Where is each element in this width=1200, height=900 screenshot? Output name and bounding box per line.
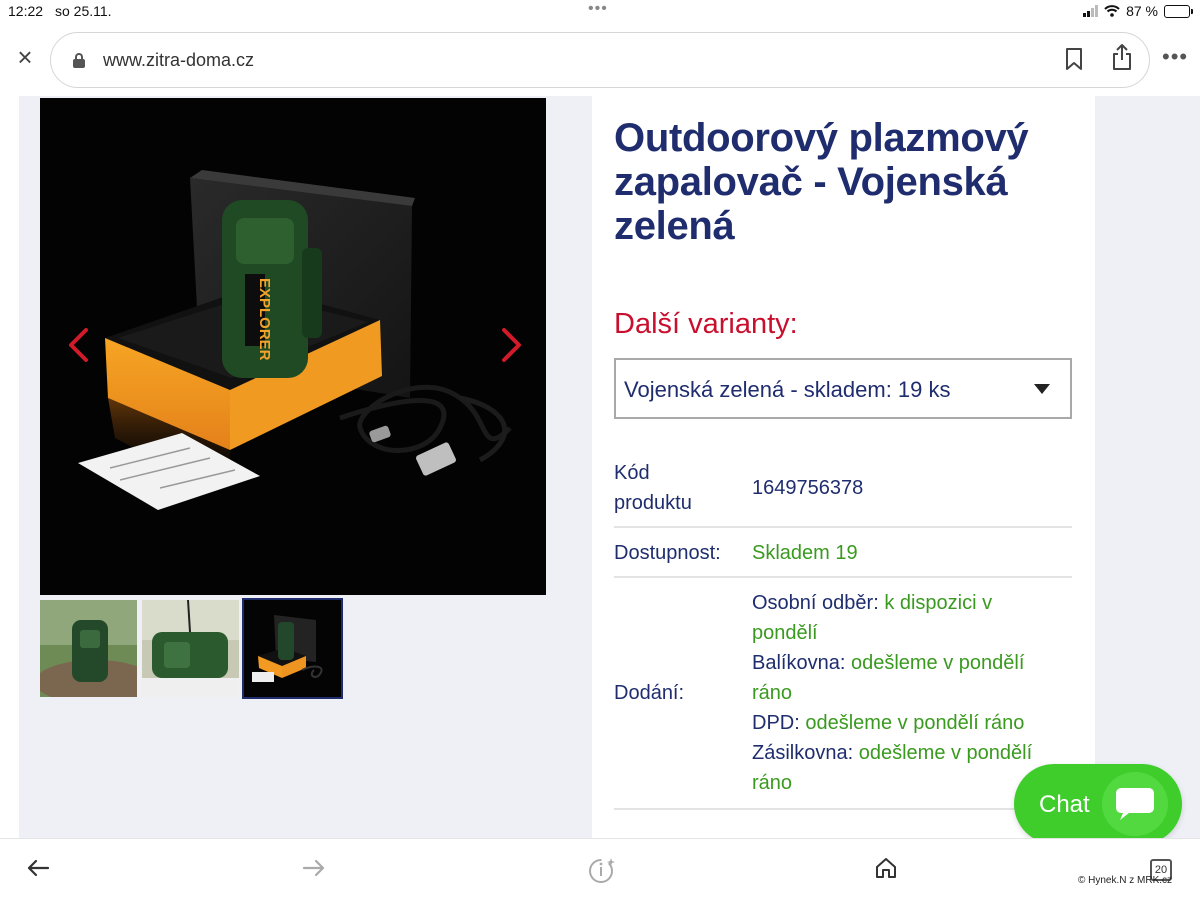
product-brand-print: EXPLORER [256, 278, 273, 361]
delivery-label: Dodání: [614, 682, 685, 704]
delivery-option-name: Osobní odběr: [752, 592, 879, 614]
browser-bottom-toolbar: 20 © Hynek.N z MRK.cz [0, 838, 1200, 900]
share-icon[interactable] [1111, 43, 1133, 71]
thumbnail-3[interactable] [242, 598, 343, 699]
browser-toolbar: × www.zitra-doma.cz ••• [0, 24, 1200, 96]
back-arrow-icon[interactable] [26, 857, 50, 879]
delivery-option-name: Zásilkovna: [752, 742, 854, 764]
close-icon[interactable]: × [12, 44, 38, 70]
product-detail-panel: Outdoorový plazmový zapalovač - Vojenská… [592, 96, 1095, 838]
info-row-delivery: Dodání: Osobní odběr: k dispozici v pond… [614, 578, 1072, 810]
next-image-arrow-icon[interactable] [500, 326, 524, 364]
variant-selected-value[interactable]: Vojenská zelená - skladem: 19 ks [624, 377, 951, 403]
product-code-label: Kód produktu [614, 462, 692, 514]
wifi-icon [1104, 5, 1120, 17]
delivery-option: DPD: odešleme v pondělí ráno [752, 708, 1062, 738]
status-bar: 12:22 so 25.11. ••• 87 % [0, 0, 1200, 24]
status-date: so 25.11. [55, 3, 112, 19]
product-title: Outdoorový plazmový zapalovač - Vojenská… [614, 116, 1029, 248]
delivery-option-value: odešleme v pondělí ráno [805, 712, 1025, 734]
delivery-options: Osobní odběr: k dispozici v pondělí Balí… [752, 588, 1062, 798]
delivery-option: Zásilkovna: odešleme v pondělí ráno [752, 738, 1062, 798]
delivery-option: Balíkovna: odešleme v pondělí ráno [752, 648, 1062, 708]
previous-image-arrow-icon[interactable] [66, 326, 90, 364]
thumbnail-strip [40, 598, 343, 699]
thumbnail-2[interactable] [142, 600, 239, 697]
product-code-value: 1649756378 [752, 477, 864, 499]
address-bar[interactable]: www.zitra-doma.cz [50, 32, 1150, 88]
forward-arrow-icon[interactable] [302, 857, 326, 879]
delivery-option-name: DPD: [752, 712, 800, 734]
multitasking-dots-icon[interactable]: ••• [588, 0, 608, 18]
delivery-option: Osobní odběr: k dispozici v pondělí [752, 588, 1062, 648]
cellular-signal-icon [1083, 5, 1099, 17]
variant-select[interactable]: Vojenská zelená - skladem: 19 ks [614, 358, 1072, 419]
status-indicators: 87 % [1083, 3, 1193, 19]
availability-value: Skladem 19 [752, 542, 858, 564]
chat-button[interactable]: Chat [1014, 764, 1182, 844]
product-photo-illustration: EXPLORER [40, 98, 546, 595]
more-icon[interactable]: ••• [1162, 44, 1188, 70]
info-row-availability: Dostupnost: Skladem 19 [614, 528, 1072, 578]
web-page: EXPLORER Outdoorový plazmový zapalovač -… [0, 96, 1200, 838]
info-row-product-code: Kód produktu 1649756378 [614, 456, 1072, 528]
home-icon[interactable] [874, 856, 898, 880]
battery-percentage: 87 % [1126, 3, 1158, 19]
watermark: © Hynek.N z MRK.cz [1078, 875, 1173, 886]
availability-label: Dostupnost: [614, 542, 721, 564]
status-time: 12:22 [8, 3, 44, 19]
chat-bubble-icon[interactable] [1102, 772, 1168, 836]
product-info-table: Kód produktu 1649756378 Dostupnost: Skla… [614, 456, 1072, 810]
assistant-info-icon[interactable] [588, 856, 616, 884]
battery-icon [1164, 4, 1193, 18]
variants-heading: Další varianty: [614, 308, 798, 340]
bookmark-icon[interactable] [1065, 47, 1083, 71]
dropdown-caret-icon[interactable] [1034, 384, 1050, 394]
page-left-margin [0, 96, 19, 838]
thumbnail-1[interactable] [40, 600, 137, 697]
lock-icon [73, 53, 85, 68]
product-main-image[interactable]: EXPLORER [40, 98, 546, 595]
chat-label[interactable]: Chat [1039, 791, 1090, 819]
url-text[interactable]: www.zitra-doma.cz [103, 50, 254, 71]
delivery-option-name: Balíkovna: [752, 652, 846, 674]
